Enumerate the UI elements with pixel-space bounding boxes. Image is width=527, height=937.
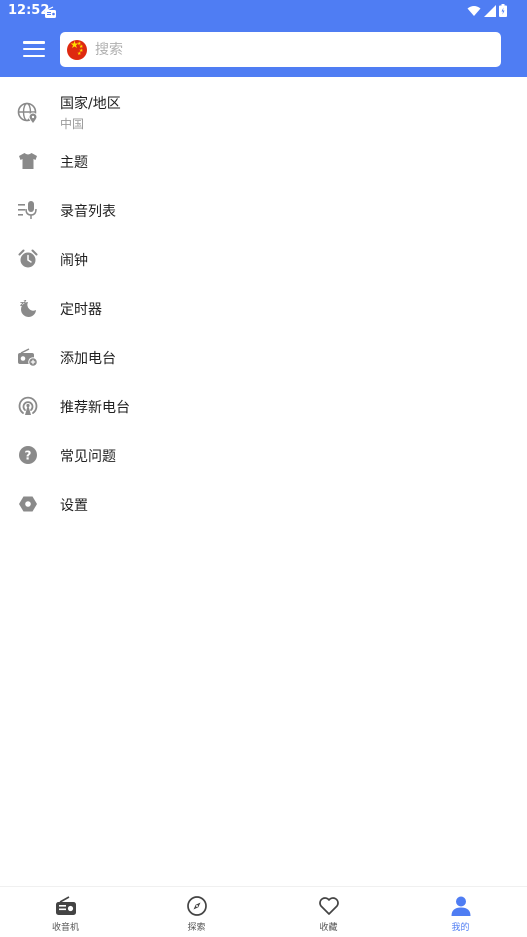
app-header: 12:52 ★ ★ ★ ★ ★ 搜索 [0, 0, 527, 77]
wifi-icon [467, 2, 481, 21]
china-flag-icon[interactable]: ★ ★ ★ ★ ★ [67, 39, 87, 60]
globe-location-icon [17, 102, 39, 124]
menu-item-label: 设置 [60, 498, 88, 514]
radio-notification-icon [44, 4, 57, 18]
bottom-navigation: 收音机 探索 收藏 我的 [0, 886, 527, 937]
menu-item-label: 添加电台 [60, 351, 116, 367]
menu-item-label: 主题 [60, 155, 88, 171]
tshirt-icon [17, 150, 39, 172]
add-radio-icon [17, 346, 39, 368]
menu-item-recording-list[interactable]: 录音列表 [0, 188, 527, 232]
tab-label: 探索 [187, 923, 206, 933]
tab-radio[interactable]: 收音机 [0, 887, 131, 937]
sleep-timer-icon: z z [17, 297, 39, 319]
menu-item-label: 定时器 [60, 302, 102, 318]
recording-list-icon [17, 199, 39, 221]
menu-item-timer[interactable]: z z 定时器 [0, 286, 527, 330]
tab-mine[interactable]: 我的 [395, 887, 526, 937]
compass-icon [186, 895, 208, 917]
status-bar: 12:52 [0, 0, 527, 22]
menu-item-faq[interactable]: ? 常见问题 [0, 433, 527, 477]
status-indicators [467, 2, 507, 21]
alarm-clock-icon [17, 248, 39, 270]
menu-item-alarm[interactable]: 闹钟 [0, 237, 527, 281]
menu-item-settings[interactable]: 设置 [0, 482, 527, 526]
menu-item-add-station[interactable]: 添加电台 [0, 335, 527, 379]
menu-item-sublabel: 中国 [60, 117, 85, 131]
heart-icon [318, 895, 340, 917]
menu-item-label: 闹钟 [60, 253, 88, 269]
menu-item-label: 国家/地区 [60, 96, 121, 112]
search-input[interactable] [95, 34, 475, 65]
tab-explore[interactable]: 探索 [131, 887, 262, 937]
menu-item-label: 推荐新电台 [60, 400, 130, 416]
menu-item-theme[interactable]: 主题 [0, 139, 527, 183]
search-bar[interactable]: ★ ★ ★ ★ ★ [60, 32, 501, 67]
tab-favorites[interactable]: 收藏 [263, 887, 394, 937]
svg-text:z: z [24, 299, 27, 305]
settings-hexagon-icon [17, 493, 39, 515]
menu-item-country-region[interactable]: 国家/地区 中国 [0, 91, 527, 133]
tab-label: 我的 [451, 923, 470, 933]
broadcast-icon [17, 395, 39, 417]
menu-item-recommend-station[interactable]: 推荐新电台 [0, 384, 527, 428]
cellular-signal-icon [484, 2, 496, 21]
menu-item-label: 录音列表 [60, 204, 116, 220]
tab-label: 收藏 [319, 923, 338, 933]
hamburger-menu-icon[interactable] [20, 37, 48, 61]
radio-icon [55, 895, 77, 917]
svg-text:?: ? [25, 449, 32, 463]
help-circle-icon: ? [17, 444, 39, 466]
tab-label: 收音机 [51, 923, 79, 933]
battery-charging-icon [499, 2, 507, 21]
person-icon [450, 895, 472, 917]
menu-item-label: 常见问题 [60, 449, 116, 465]
